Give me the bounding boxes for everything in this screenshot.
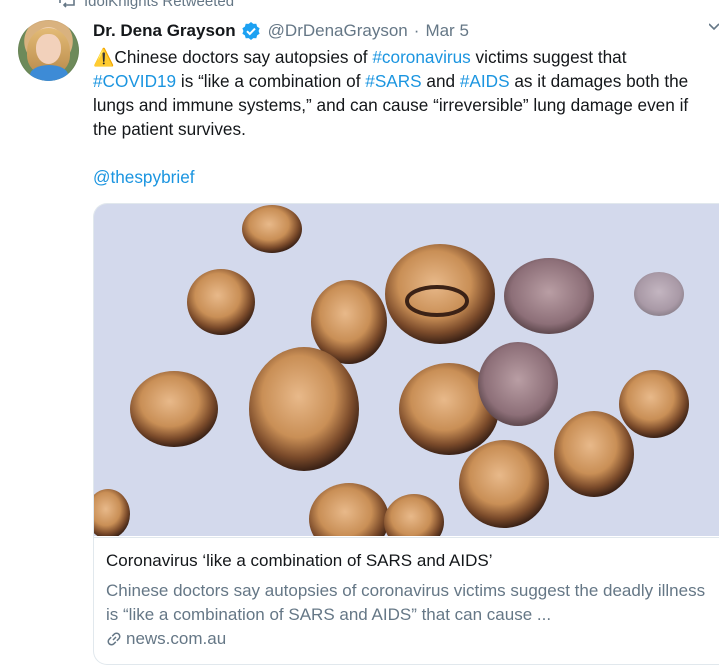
hashtag-covid19[interactable]: #COVID19 — [93, 71, 176, 91]
hashtag-sars[interactable]: #SARS — [365, 71, 421, 91]
link-preview-card[interactable]: Coronavirus ‘like a combination of SARS … — [93, 203, 719, 665]
warning-emoji: ⚠️ — [93, 47, 115, 67]
text-segment: is “like a combination of — [176, 71, 366, 91]
tweet-text: ⚠️Chinese doctors say autopsies of #coro… — [93, 45, 713, 189]
virus-micrograph — [94, 204, 719, 536]
hashtag-coronavirus[interactable]: #coronavirus — [372, 47, 470, 67]
tweet: Dr. Dena Grayson @DrDenaGrayson · Mar 5 … — [93, 18, 713, 189]
card-text[interactable]: Coronavirus ‘like a combination of SARS … — [94, 537, 719, 664]
retweet-context: IdolKnights Retweeted — [58, 0, 234, 11]
author-handle[interactable]: @DrDenaGrayson — [268, 21, 408, 41]
verified-badge-icon — [242, 22, 260, 40]
link-icon — [107, 632, 121, 646]
author-name[interactable]: Dr. Dena Grayson — [93, 21, 236, 41]
card-domain-text: news.com.au — [126, 629, 227, 648]
retweet-label[interactable]: IdolKnights Retweeted — [84, 0, 234, 10]
card-title[interactable]: Coronavirus ‘like a combination of SARS … — [106, 551, 492, 571]
hashtag-aids[interactable]: #AIDS — [460, 71, 510, 91]
text-segment: victims suggest that — [470, 47, 627, 67]
text-segment: and — [421, 71, 460, 91]
card-domain[interactable]: news.com.au — [106, 629, 226, 649]
mention-link[interactable]: @thespybrief — [93, 167, 195, 187]
card-description: Chinese doctors say autopsies of coronav… — [106, 581, 706, 624]
avatar[interactable] — [18, 20, 79, 81]
card-image[interactable] — [94, 204, 719, 536]
tweet-header: Dr. Dena Grayson @DrDenaGrayson · Mar 5 — [93, 18, 713, 44]
tweet-date[interactable]: Mar 5 — [425, 21, 468, 41]
separator-dot: · — [413, 21, 420, 40]
text-segment: Chinese doctors say autopsies of — [114, 47, 373, 67]
retweet-icon — [59, 0, 75, 8]
